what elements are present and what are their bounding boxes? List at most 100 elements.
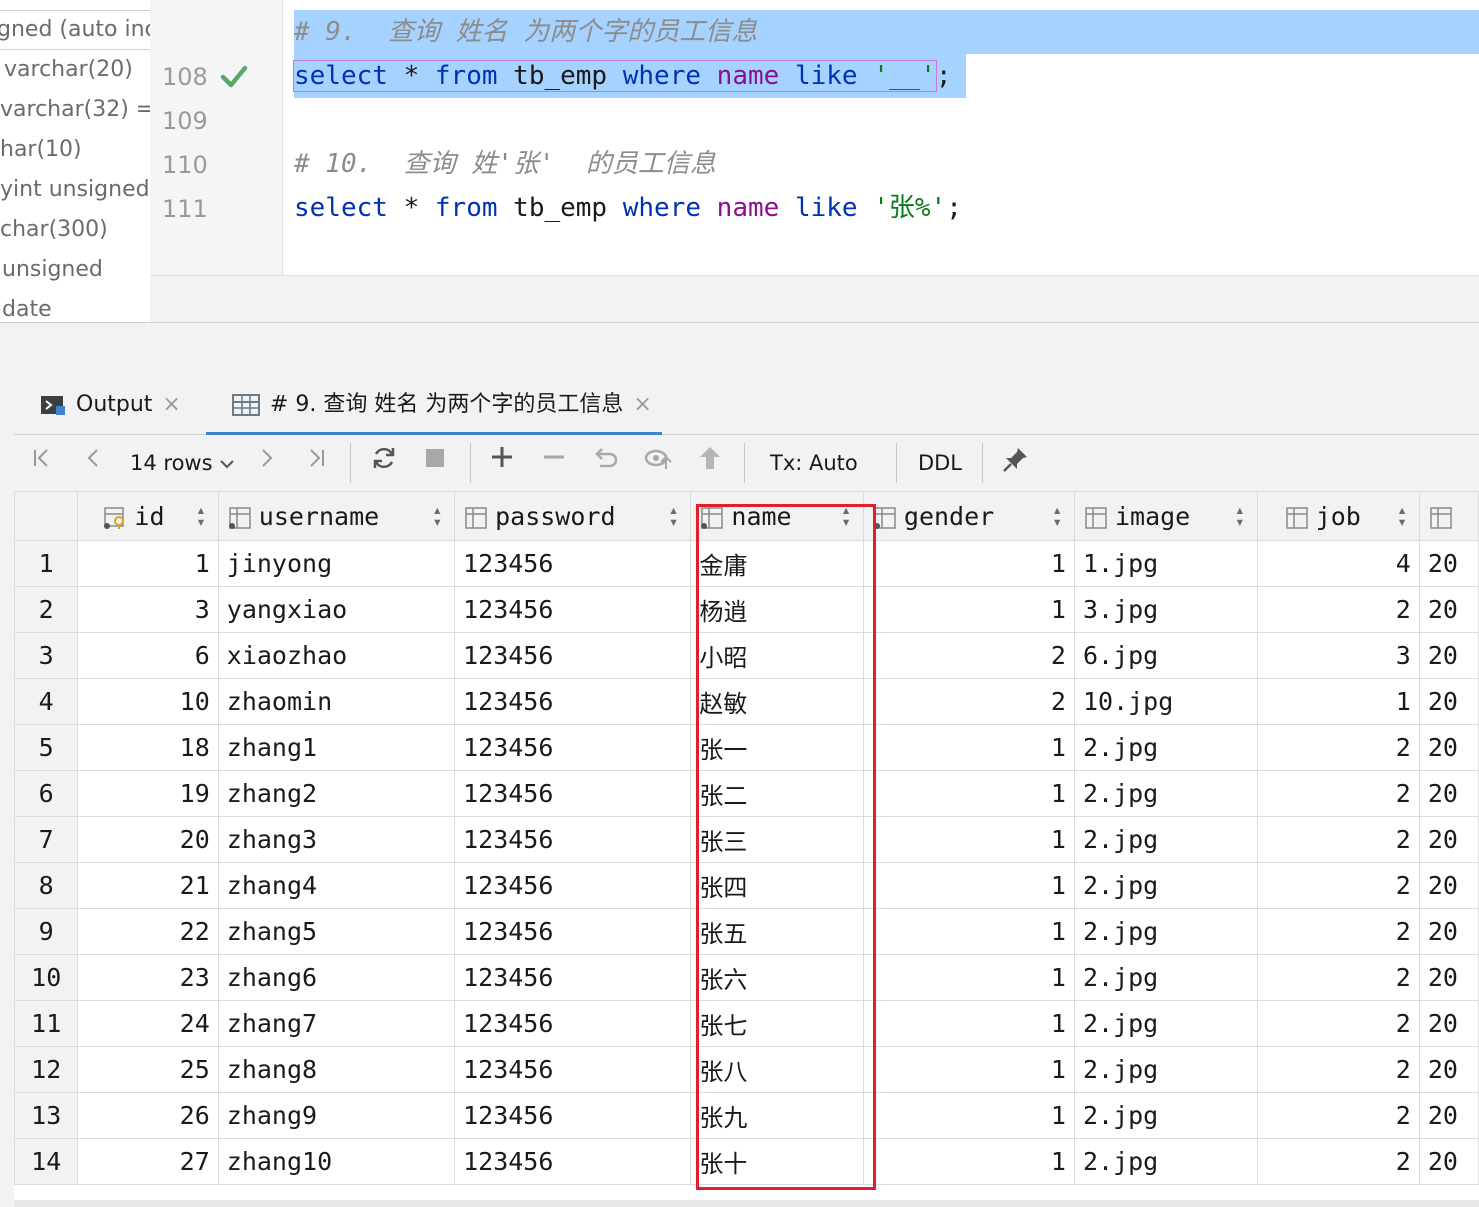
cell-image[interactable]: 3.jpg (1073, 586, 1258, 633)
table-row[interactable]: 7 20 zhang3 123456 张三 1 2.jpg 2 20 (14, 816, 1479, 863)
cell-password[interactable]: 123456 (454, 586, 692, 633)
row-number[interactable]: 12 (14, 1046, 79, 1093)
next-page-icon[interactable] (254, 445, 280, 481)
cell-job[interactable]: 2 (1256, 954, 1420, 1001)
table-row[interactable]: 6 19 zhang2 123456 张二 1 2.jpg 2 20 (14, 770, 1479, 817)
cell-id[interactable]: 22 (77, 908, 219, 955)
cell-truncated[interactable]: 20 (1418, 540, 1479, 587)
cell-id[interactable]: 25 (77, 1046, 219, 1093)
cell-image[interactable]: 2.jpg (1073, 770, 1258, 817)
sort-icon[interactable]: ▴ ▾ (669, 502, 679, 530)
table-row[interactable]: 2 3 yangxiao 123456 杨逍 1 3.jpg 2 20 (14, 586, 1479, 633)
cell-name[interactable]: 张八 (690, 1046, 864, 1093)
cell-id[interactable]: 18 (77, 724, 219, 771)
column-header-job[interactable]: job ▴ ▾ (1256, 491, 1420, 541)
column-header-name[interactable]: name ▴ ▾ (690, 491, 864, 541)
table-row[interactable]: 12 25 zhang8 123456 张八 1 2.jpg 2 20 (14, 1046, 1479, 1093)
cell-gender[interactable]: 2 (862, 678, 1075, 725)
cell-truncated[interactable]: 20 (1418, 862, 1479, 909)
cell-job[interactable]: 2 (1256, 724, 1420, 771)
refresh-icon[interactable] (368, 445, 400, 481)
cell-username[interactable]: zhang5 (217, 908, 456, 955)
cell-image[interactable]: 2.jpg (1073, 1046, 1258, 1093)
row-number[interactable]: 6 (14, 770, 79, 817)
row-number[interactable]: 9 (14, 908, 79, 955)
cell-name[interactable]: 金庸 (690, 540, 864, 587)
cell-truncated[interactable]: 20 (1418, 1000, 1479, 1047)
cell-image[interactable]: 2.jpg (1073, 816, 1258, 863)
tx-mode-dropdown[interactable]: Tx: Auto (770, 445, 880, 505)
cell-username[interactable]: zhang8 (217, 1046, 456, 1093)
cell-password[interactable]: 123456 (454, 908, 692, 955)
cell-username[interactable]: xiaozhao (217, 632, 456, 679)
code-query-9[interactable]: select * from tb_emp where name like '__… (293, 54, 952, 98)
cell-image[interactable]: 2.jpg (1073, 724, 1258, 771)
cell-truncated[interactable]: 20 (1418, 586, 1479, 633)
cell-name[interactable]: 张十 (690, 1138, 864, 1185)
cell-image[interactable]: 1.jpg (1073, 540, 1258, 587)
cell-image[interactable]: 6.jpg (1073, 632, 1258, 679)
cell-gender[interactable]: 1 (862, 1138, 1075, 1185)
tab-output[interactable]: Output × (40, 378, 181, 432)
row-number[interactable]: 13 (14, 1092, 79, 1139)
cell-username[interactable]: zhang7 (217, 1000, 456, 1047)
submit-icon[interactable] (696, 445, 724, 481)
cell-gender[interactable]: 1 (862, 724, 1075, 771)
column-header-more[interactable] (1418, 491, 1479, 541)
cell-truncated[interactable]: 20 (1418, 770, 1479, 817)
cell-image[interactable]: 10.jpg (1073, 678, 1258, 725)
cell-truncated[interactable]: 20 (1418, 632, 1479, 679)
row-number[interactable]: 10 (14, 954, 79, 1001)
table-row[interactable]: 3 6 xiaozhao 123456 小昭 2 6.jpg 3 20 (14, 632, 1479, 679)
table-row[interactable]: 13 26 zhang9 123456 张九 1 2.jpg 2 20 (14, 1092, 1479, 1139)
cell-gender[interactable]: 2 (862, 632, 1075, 679)
code-comment[interactable]: # 10. 查询 姓'张' 的员工信息 (294, 142, 716, 186)
cell-username[interactable]: zhaomin (217, 678, 456, 725)
cell-image[interactable]: 2.jpg (1073, 908, 1258, 955)
table-row[interactable]: 4 10 zhaomin 123456 赵敏 2 10.jpg 1 20 (14, 678, 1479, 725)
cell-name[interactable]: 张二 (690, 770, 864, 817)
code-comment[interactable]: # 9. 查询 姓名 为两个字的员工信息 (294, 10, 757, 54)
cell-name[interactable]: 张五 (690, 908, 864, 955)
schema-item[interactable]: unsigned (2, 250, 103, 290)
cell-gender[interactable]: 1 (862, 1092, 1075, 1139)
cell-username[interactable]: zhang2 (217, 770, 456, 817)
preview-changes-icon[interactable] (642, 445, 674, 481)
cell-password[interactable]: 123456 (454, 1000, 692, 1047)
cell-password[interactable]: 123456 (454, 954, 692, 1001)
cell-job[interactable]: 2 (1256, 1092, 1420, 1139)
cell-truncated[interactable]: 20 (1418, 1092, 1479, 1139)
ddl-button[interactable]: DDL (914, 445, 966, 481)
cell-password[interactable]: 123456 (454, 1092, 692, 1139)
table-row[interactable]: 10 23 zhang6 123456 张六 1 2.jpg 2 20 (14, 954, 1479, 1001)
cell-password[interactable]: 123456 (454, 862, 692, 909)
horizontal-scrollbar[interactable] (14, 1200, 1479, 1207)
cell-id[interactable]: 24 (77, 1000, 219, 1047)
cell-username[interactable]: zhang6 (217, 954, 456, 1001)
first-page-icon[interactable] (28, 445, 56, 481)
cell-job[interactable]: 2 (1256, 586, 1420, 633)
row-number[interactable]: 1 (14, 540, 79, 587)
cell-job[interactable]: 2 (1256, 862, 1420, 909)
table-row[interactable]: 8 21 zhang4 123456 张四 1 2.jpg 2 20 (14, 862, 1479, 909)
schema-item[interactable]: char(300) (0, 210, 108, 250)
cell-name[interactable]: 小昭 (690, 632, 864, 679)
sort-icon[interactable]: ▴ ▾ (432, 502, 442, 530)
cell-gender[interactable]: 1 (862, 770, 1075, 817)
tab-query-result[interactable]: # 9. 查询 姓名 为两个字的员工信息 × (206, 378, 662, 435)
cell-name[interactable]: 张四 (690, 862, 864, 909)
row-number[interactable]: 11 (14, 1000, 79, 1047)
add-row-icon[interactable] (488, 445, 516, 481)
cell-job[interactable]: 2 (1256, 1000, 1420, 1047)
delete-row-icon[interactable] (540, 445, 568, 481)
pin-icon[interactable] (1000, 445, 1032, 481)
last-page-icon[interactable] (302, 445, 330, 481)
cell-username[interactable]: zhang10 (217, 1138, 456, 1185)
close-icon[interactable]: × (633, 392, 651, 417)
cell-password[interactable]: 123456 (454, 724, 692, 771)
cell-job[interactable]: 2 (1256, 908, 1420, 955)
cell-username[interactable]: zhang4 (217, 862, 456, 909)
cell-username[interactable]: zhang9 (217, 1092, 456, 1139)
cell-id[interactable]: 19 (77, 770, 219, 817)
cell-password[interactable]: 123456 (454, 540, 692, 587)
